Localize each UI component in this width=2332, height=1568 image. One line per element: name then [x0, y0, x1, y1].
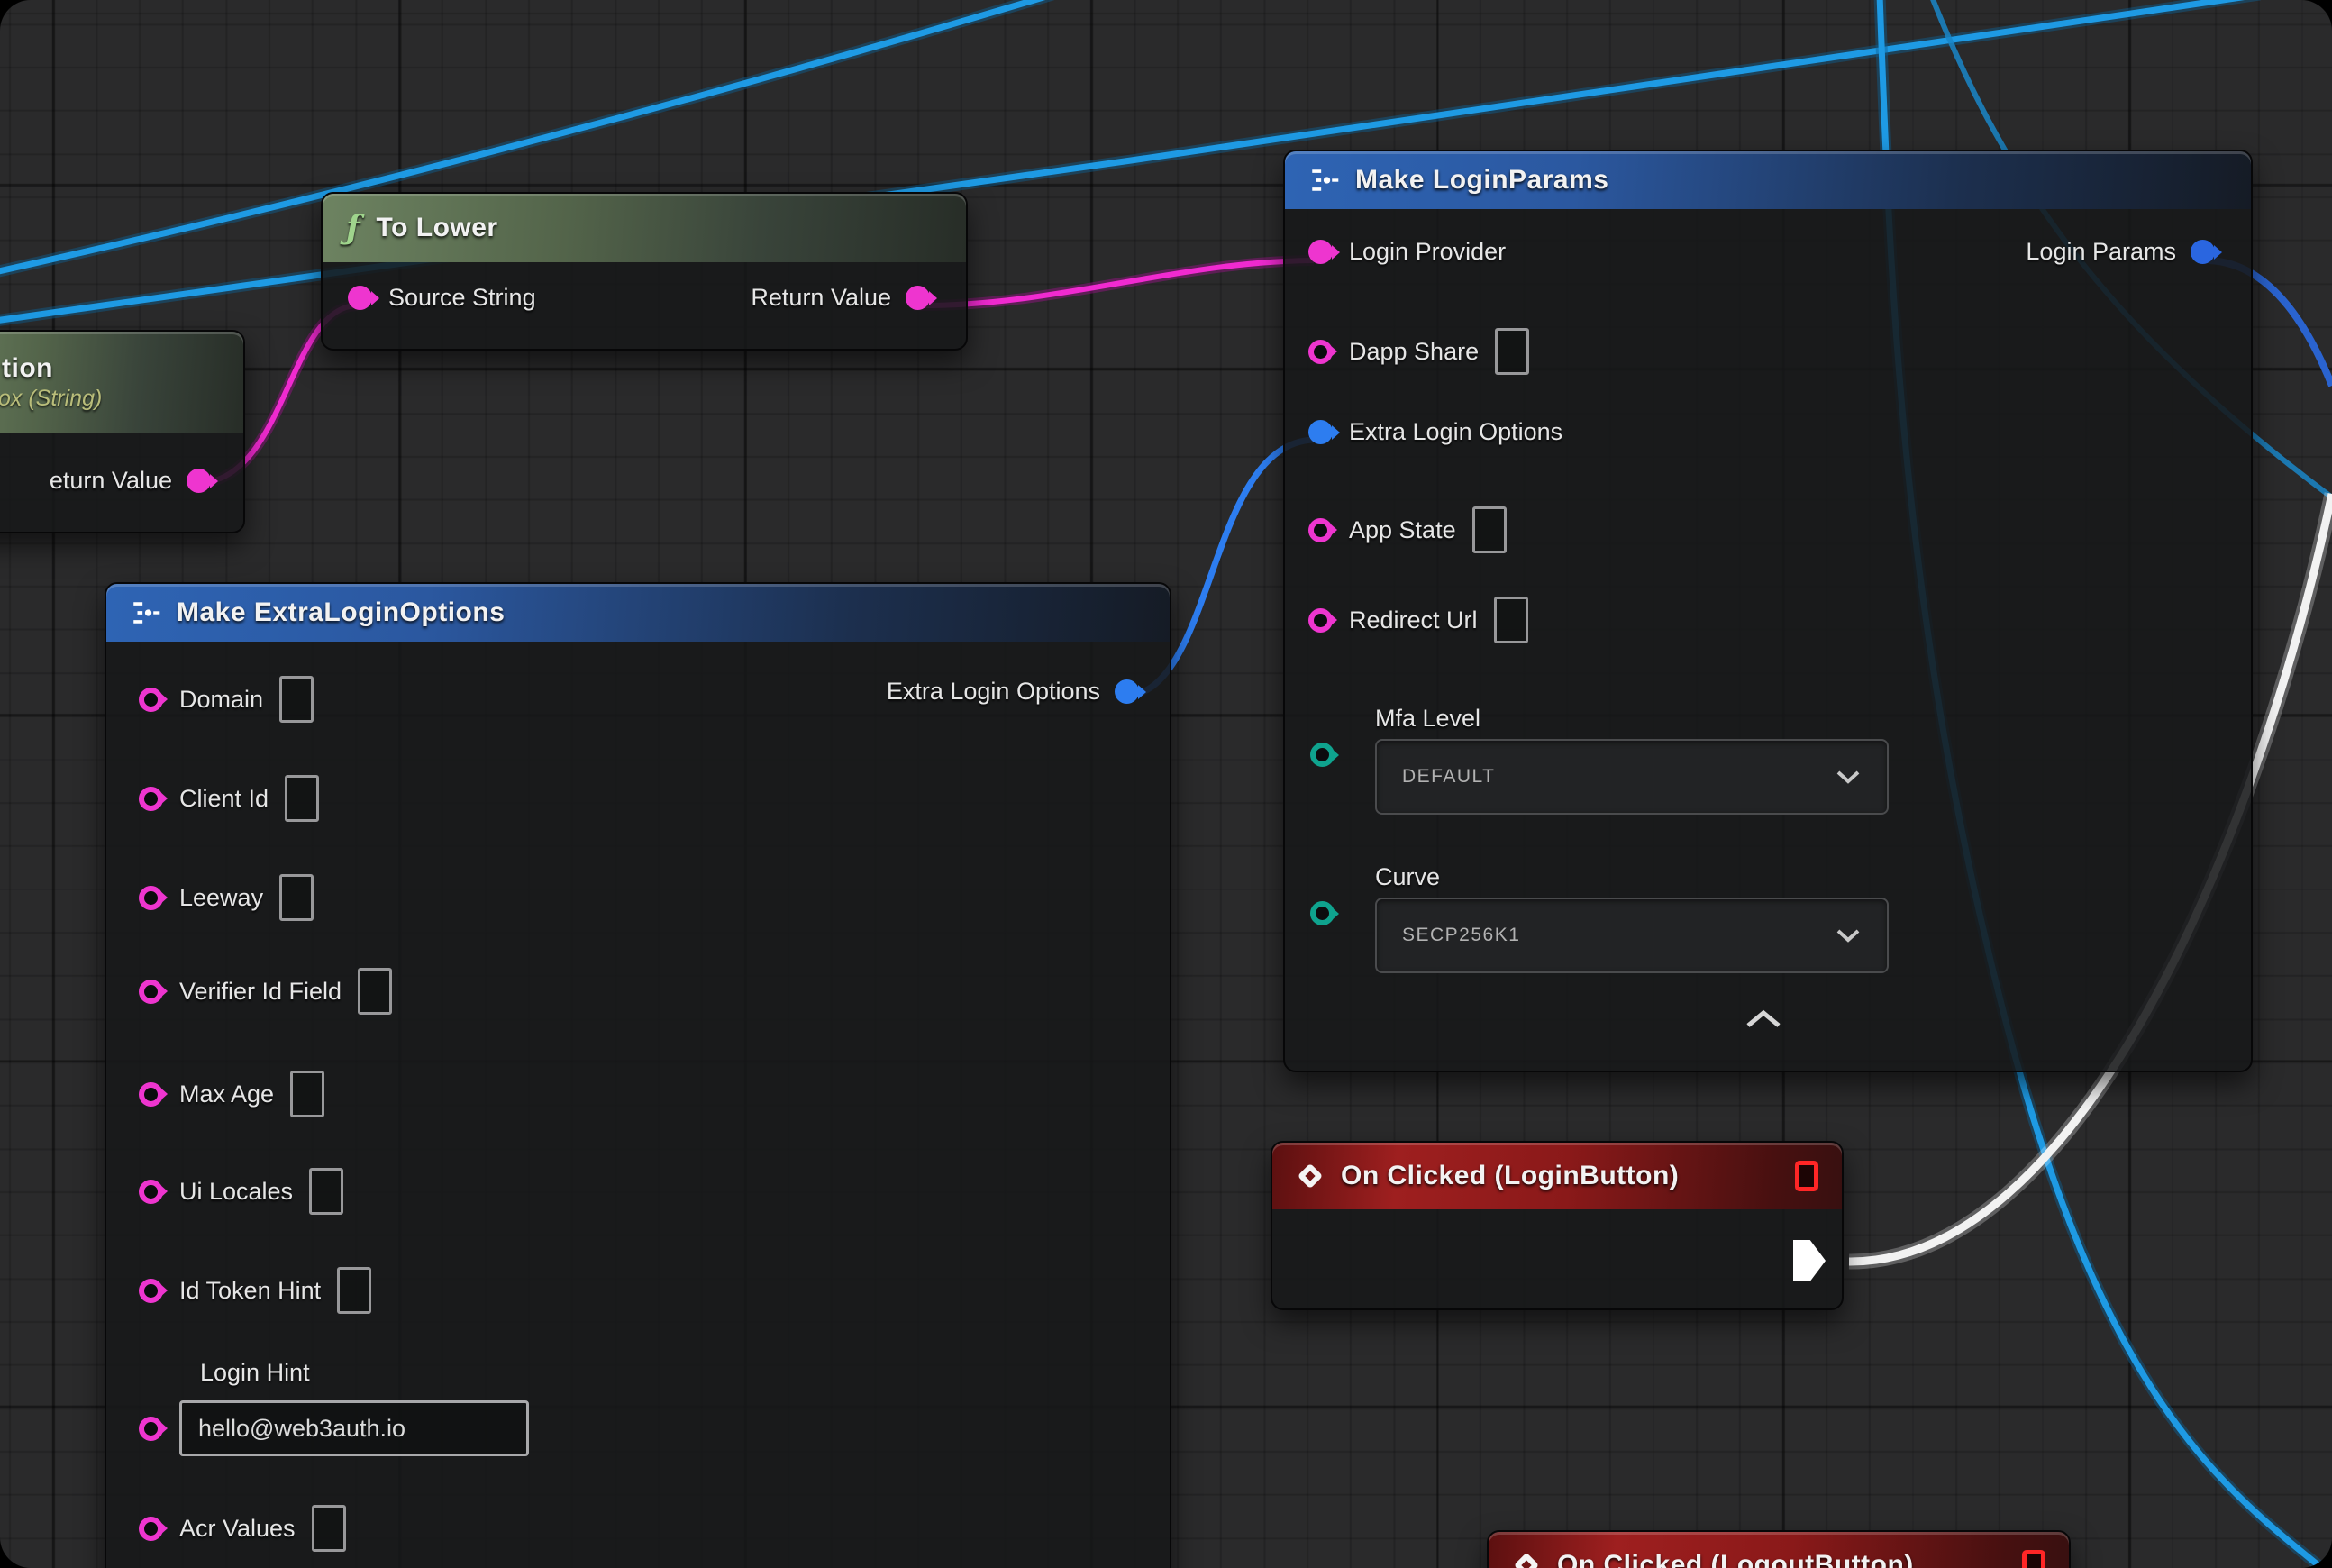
mfa-level-label: Mfa Level	[1375, 705, 1480, 733]
client-id-pin-label: Client Id	[179, 785, 269, 813]
mfa-level-value: DEFAULT	[1402, 766, 1495, 788]
ui-locales-pin-label: Ui Locales	[179, 1178, 293, 1206]
make-struct-icon	[130, 599, 160, 626]
node-subtitle-fragment: ox (String)	[0, 386, 102, 412]
return-value-pin[interactable]	[187, 469, 211, 493]
curve-pin[interactable]	[1310, 901, 1335, 925]
return-value-pin[interactable]	[906, 286, 930, 310]
extra-login-options-out-label: Extra Login Options	[887, 678, 1100, 706]
node-title: On Clicked (LoginButton)	[1341, 1161, 1679, 1191]
leeway-pin[interactable]	[139, 886, 163, 910]
login-hint-pin[interactable]	[139, 1417, 163, 1441]
app-state-value-input[interactable]	[1472, 506, 1507, 553]
node-title: To Lower	[377, 213, 498, 243]
source-string-pin[interactable]	[348, 286, 372, 310]
function-icon: ƒ	[346, 209, 360, 247]
login-hint-value-input[interactable]: hello@web3auth.io	[179, 1400, 529, 1456]
login-hint-pin-label: Login Hint	[200, 1359, 310, 1387]
domain-pin-label: Domain	[179, 686, 263, 714]
domain-pin[interactable]	[139, 688, 163, 712]
client-id-value-input[interactable]	[285, 775, 319, 822]
node-title: On Clicked (LogoutButton)	[1557, 1550, 1914, 1568]
id-token-hint-pin-label: Id Token Hint	[179, 1277, 321, 1305]
chevron-down-icon	[1835, 927, 1862, 944]
max-age-value-input[interactable]	[290, 1071, 324, 1117]
mfa-level-dropdown[interactable]: DEFAULT	[1375, 739, 1889, 815]
redirect-url-pin-label: Redirect Url	[1349, 606, 1478, 634]
graph-canvas[interactable]: tion ox (String) eturn Value ƒ To Lower …	[0, 0, 2332, 1568]
mfa-level-pin[interactable]	[1310, 743, 1335, 767]
ui-locales-pin[interactable]	[139, 1180, 163, 1204]
acr-values-pin[interactable]	[139, 1517, 163, 1541]
dapp-share-value-input[interactable]	[1495, 328, 1529, 375]
extra-login-options-out-pin[interactable]	[1115, 679, 1139, 704]
id-token-hint-value-input[interactable]	[337, 1267, 371, 1314]
dapp-share-pin[interactable]	[1308, 340, 1333, 364]
domain-value-input[interactable]	[279, 676, 314, 723]
verifier-id-field-pin[interactable]	[139, 980, 163, 1004]
app-state-pin[interactable]	[1308, 518, 1333, 542]
max-age-pin[interactable]	[139, 1082, 163, 1107]
ui-locales-value-input[interactable]	[309, 1168, 343, 1215]
leeway-pin-label: Leeway	[179, 884, 263, 912]
extra-login-options-pin[interactable]	[1308, 420, 1333, 444]
node-title: Make ExtraLoginOptions	[177, 597, 505, 628]
return-value-pin-label: Return Value	[751, 284, 891, 312]
blueprint-editor-window: tion ox (String) eturn Value ƒ To Lower …	[0, 0, 2332, 1568]
redirect-url-pin[interactable]	[1308, 608, 1333, 633]
max-age-pin-label: Max Age	[179, 1080, 274, 1108]
curve-dropdown[interactable]: SECP256K1	[1375, 898, 1889, 973]
source-string-pin-label: Source String	[388, 284, 536, 312]
app-state-pin-label: App State	[1349, 516, 1456, 544]
node-on-clicked-login-button[interactable]: On Clicked (LoginButton)	[1271, 1141, 1844, 1310]
node-to-lower[interactable]: ƒ To Lower Source String Return Value	[321, 192, 968, 351]
acr-values-pin-label: Acr Values	[179, 1515, 296, 1543]
chevron-down-icon	[1835, 769, 1862, 785]
make-struct-icon	[1308, 167, 1339, 194]
login-params-out-label: Login Params	[2026, 238, 2176, 266]
event-diamond-icon	[1298, 1163, 1323, 1189]
exec-out-pin[interactable]	[1793, 1240, 1826, 1281]
node-title: Make LoginParams	[1355, 165, 1608, 196]
curve-value: SECP256K1	[1402, 925, 1520, 946]
dapp-share-pin-label: Dapp Share	[1349, 338, 1479, 366]
node-text-source-partial[interactable]: tion ox (String) eturn Value	[0, 330, 245, 533]
delegate-pin[interactable]	[2022, 1550, 2045, 1568]
login-provider-pin[interactable]	[1308, 240, 1333, 264]
login-provider-pin-label: Login Provider	[1349, 238, 1506, 266]
node-on-clicked-logout-button[interactable]: On Clicked (LogoutButton)	[1487, 1530, 2071, 1568]
delegate-pin[interactable]	[1795, 1161, 1818, 1191]
return-value-pin-label: eturn Value	[50, 467, 172, 495]
verifier-id-field-value-input[interactable]	[358, 968, 392, 1015]
id-token-hint-pin[interactable]	[139, 1279, 163, 1303]
client-id-pin[interactable]	[139, 787, 163, 811]
verifier-id-field-pin-label: Verifier Id Field	[179, 978, 342, 1006]
curve-label: Curve	[1375, 863, 1440, 891]
node-title-fragment: tion	[2, 353, 53, 384]
redirect-url-value-input[interactable]	[1494, 597, 1528, 643]
extra-login-options-pin-label: Extra Login Options	[1349, 418, 1562, 446]
node-make-extra-login-options[interactable]: Make ExtraLoginOptions Domain Extra Logi…	[105, 582, 1171, 1568]
login-params-out-pin[interactable]	[2191, 240, 2215, 264]
leeway-value-input[interactable]	[279, 874, 314, 921]
acr-values-value-input[interactable]	[312, 1505, 346, 1552]
event-diamond-icon	[1514, 1553, 1539, 1568]
node-make-login-params[interactable]: Make LoginParams Login Provider Login Pa…	[1283, 150, 2253, 1072]
collapse-node-chevron-up[interactable]	[1743, 1009, 1784, 1029]
